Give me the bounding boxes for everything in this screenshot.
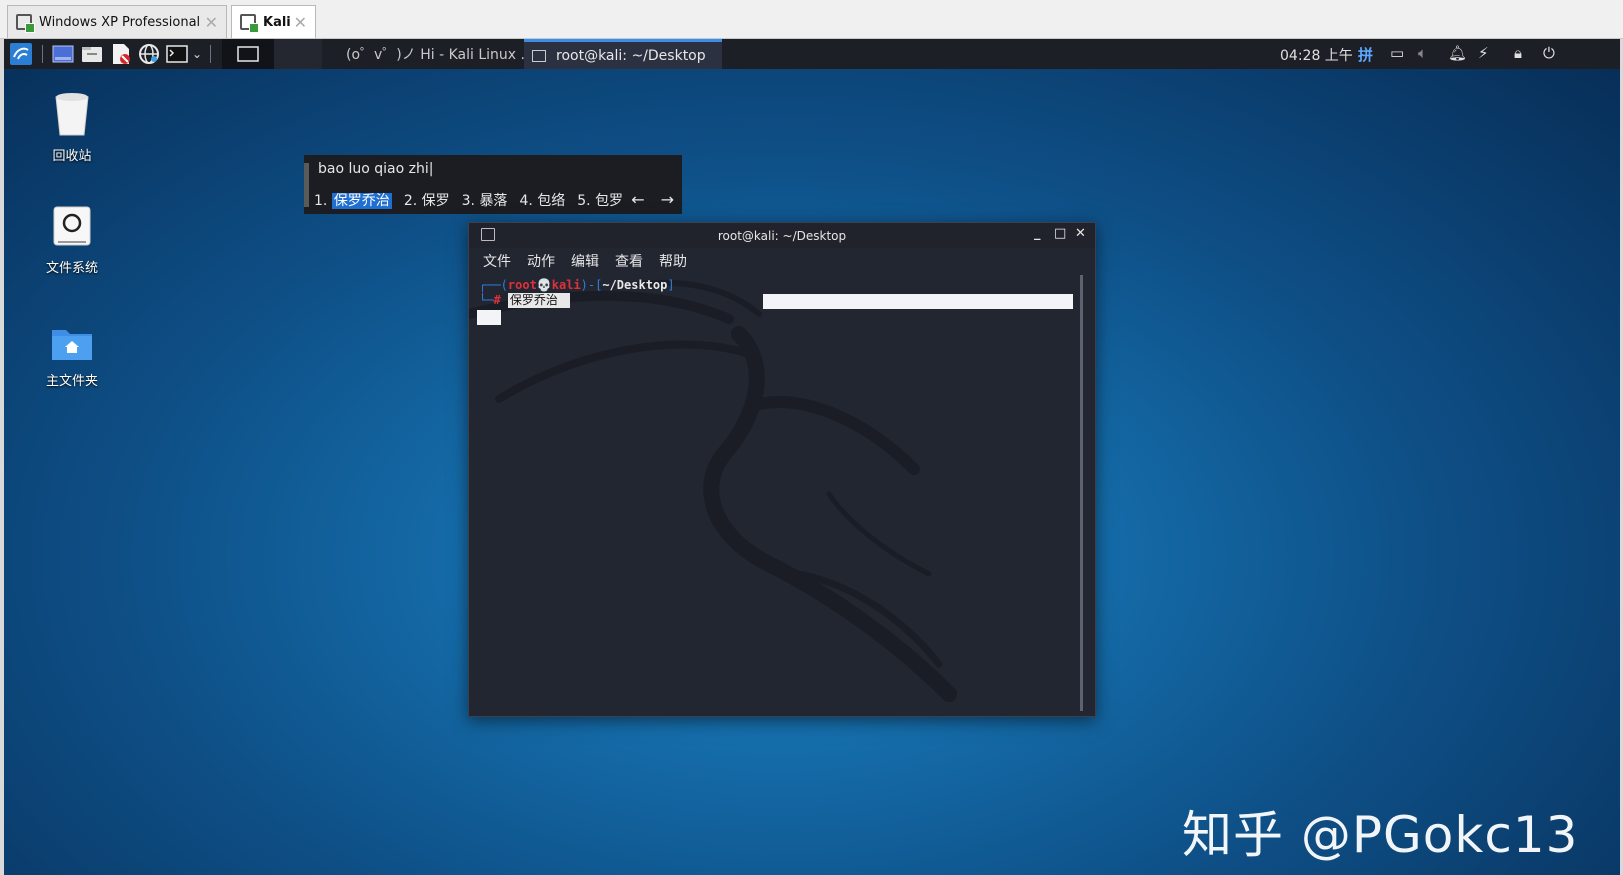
terminal-body[interactable]: ┌──(root💀kali)-[~/Desktop] └─# 保罗乔治 — [469, 274, 1095, 716]
workspace-switcher[interactable] — [222, 39, 274, 69]
lock-icon[interactable]: 🔒︎ — [1514, 44, 1522, 62]
files-icon[interactable] — [81, 43, 103, 65]
maximize-button[interactable]: □ — [1054, 226, 1066, 241]
candidate-text: 暴落 — [479, 193, 508, 209]
volume-icon[interactable]: 🔈︎ — [1418, 44, 1427, 62]
close-button[interactable]: ✕ — [1075, 226, 1086, 241]
terminal-cursor — [477, 310, 501, 325]
desktop-icon-label: 主文件夹 — [45, 374, 98, 389]
prompt-dir: ~/Desktop — [602, 278, 668, 292]
taskbar-item-terminal[interactable]: root@kali: ~/Desktop — [524, 39, 722, 69]
ime-preedit: bao luo qiao zhi| — [318, 161, 434, 177]
terminal-preedit: 保罗乔治 — [507, 293, 570, 308]
workspace-icon[interactable] — [52, 43, 74, 65]
vm-icon — [240, 14, 259, 33]
vm-tab-windows-xp[interactable]: Windows XP Professional ✕ — [7, 5, 227, 38]
candidate-number: 3. — [461, 193, 475, 209]
kali-menu-icon[interactable] — [10, 43, 32, 65]
desktop-icon-label: 回收站 — [52, 149, 92, 164]
candidate-number: 5. — [577, 193, 591, 209]
candidate-number: 2. — [403, 193, 418, 209]
terminal-icon[interactable] — [166, 43, 188, 65]
taskbar-item-label: (o゜v゜)ノ Hi - Kali Linux ... — [346, 47, 534, 63]
menu-actions[interactable]: 动作 — [527, 251, 555, 271]
menu-edit[interactable]: 编辑 — [571, 251, 599, 271]
workspace-2[interactable] — [274, 39, 322, 69]
prompt-user: root — [507, 278, 537, 292]
menu-file[interactable]: 文件 — [483, 251, 511, 271]
desktop-icon-filesystem[interactable]: 文件系统 — [32, 205, 112, 276]
terminal-selection-highlight — [763, 294, 1073, 309]
prompt-host: kali — [551, 278, 581, 292]
menu-help[interactable]: 帮助 — [659, 251, 687, 271]
drive-icon — [53, 206, 91, 246]
clock[interactable]: 04:28 上午 — [1280, 45, 1353, 65]
desktop-icon-trash[interactable]: 回收站 — [32, 91, 112, 164]
candidate-number: 4. — [519, 193, 533, 209]
terminal-scrollbar[interactable] — [1080, 275, 1083, 711]
prompt-line-1: ┌──(root💀kali)-[~/Desktop] — [479, 278, 675, 292]
taskbar-item-label: root@kali: ~/Desktop — [556, 47, 706, 64]
prompt-line-2: └─# 保罗乔治 — [479, 293, 570, 308]
bell-icon[interactable]: 🔔︎ — [1448, 44, 1467, 62]
vm-tab-kali[interactable]: Kali ✕ — [231, 5, 316, 38]
terminal-window[interactable]: root@kali: ~/Desktop _ □ ✕ 文件 动作 编辑 查看 帮… — [468, 222, 1096, 717]
ime-candidate[interactable]: 5. 包罗 — [577, 190, 623, 210]
taskbar-item-browser[interactable]: (o゜v゜)ノ Hi - Kali Linux ... — [330, 39, 534, 69]
close-icon[interactable]: ✕ — [205, 13, 218, 32]
watermark-text: 知乎 @PGokc13 — [1182, 806, 1579, 864]
candidate-text: 包罗 — [595, 193, 624, 209]
arrow-right-icon[interactable]: → — [661, 190, 674, 209]
ime-candidate[interactable]: 4. 包络 — [519, 190, 565, 210]
terminal-window-icon — [532, 49, 546, 62]
ime-candidate-list: 1. 保罗乔治 2. 保罗 3. 暴落 4. 包络 5. 包罗 — [314, 190, 623, 210]
ime-candidate[interactable]: 1. 保罗乔治 — [314, 190, 392, 210]
desktop-icon-label: 文件系统 — [45, 261, 98, 276]
menu-view[interactable]: 查看 — [615, 251, 643, 271]
kali-dragon-watermark-icon — [469, 279, 957, 702]
ime-candidate[interactable]: 3. 暴落 — [462, 190, 508, 210]
trash-icon — [55, 93, 89, 136]
desktop-icon-home[interactable]: 主文件夹 — [32, 324, 112, 389]
panel-separator — [42, 45, 43, 63]
close-icon[interactable]: ✕ — [294, 13, 307, 32]
candidate-text: 保罗 — [421, 193, 450, 209]
terminal-title: root@kali: ~/Desktop — [717, 229, 847, 243]
vm-icon — [16, 14, 35, 33]
ime-page-arrows: ← → — [631, 190, 674, 209]
ime-candidate[interactable]: 2. 保罗 — [404, 190, 450, 210]
kali-desktop: ⌄ (o゜v゜)ノ Hi - Kali Linux ... root@kali:… — [4, 39, 1620, 875]
candidate-number: 1. — [314, 193, 328, 209]
candidate-text: 包络 — [537, 193, 566, 209]
home-folder-icon — [52, 330, 92, 360]
minimize-button[interactable]: _ — [1034, 226, 1041, 241]
power-manager-icon[interactable]: ⚡︎ — [1478, 44, 1489, 62]
browser-icon[interactable] — [138, 43, 160, 65]
top-panel: ⌄ (o゜v゜)ノ Hi - Kali Linux ... root@kali:… — [4, 39, 1620, 69]
logout-icon[interactable]: ⏻ — [1543, 44, 1555, 62]
panel-separator — [210, 45, 211, 63]
ime-drag-handle[interactable] — [304, 163, 309, 207]
vm-tab-label: Windows XP Professional — [39, 14, 201, 30]
candidate-text: 保罗乔治 — [331, 193, 392, 209]
vm-tab-strip: Windows XP Professional ✕ Kali ✕ — [0, 0, 1623, 39]
display-icon[interactable]: ▭ — [1390, 44, 1404, 62]
arrow-left-icon[interactable]: ← — [631, 190, 644, 209]
vm-tab-label: Kali — [263, 14, 291, 30]
terminal-menubar: 文件 动作 编辑 查看 帮助 — [469, 248, 1095, 274]
text-editor-icon[interactable] — [110, 43, 132, 65]
chevron-down-icon[interactable]: ⌄ — [190, 43, 204, 65]
ime-indicator[interactable]: 拼 — [1358, 44, 1373, 65]
ime-candidate-window: bao luo qiao zhi| 1. 保罗乔治 2. 保罗 3. 暴落 4.… — [304, 155, 682, 214]
terminal-titlebar[interactable]: root@kali: ~/Desktop _ □ ✕ — [469, 223, 1095, 248]
prompt-symbol: # — [493, 293, 501, 307]
